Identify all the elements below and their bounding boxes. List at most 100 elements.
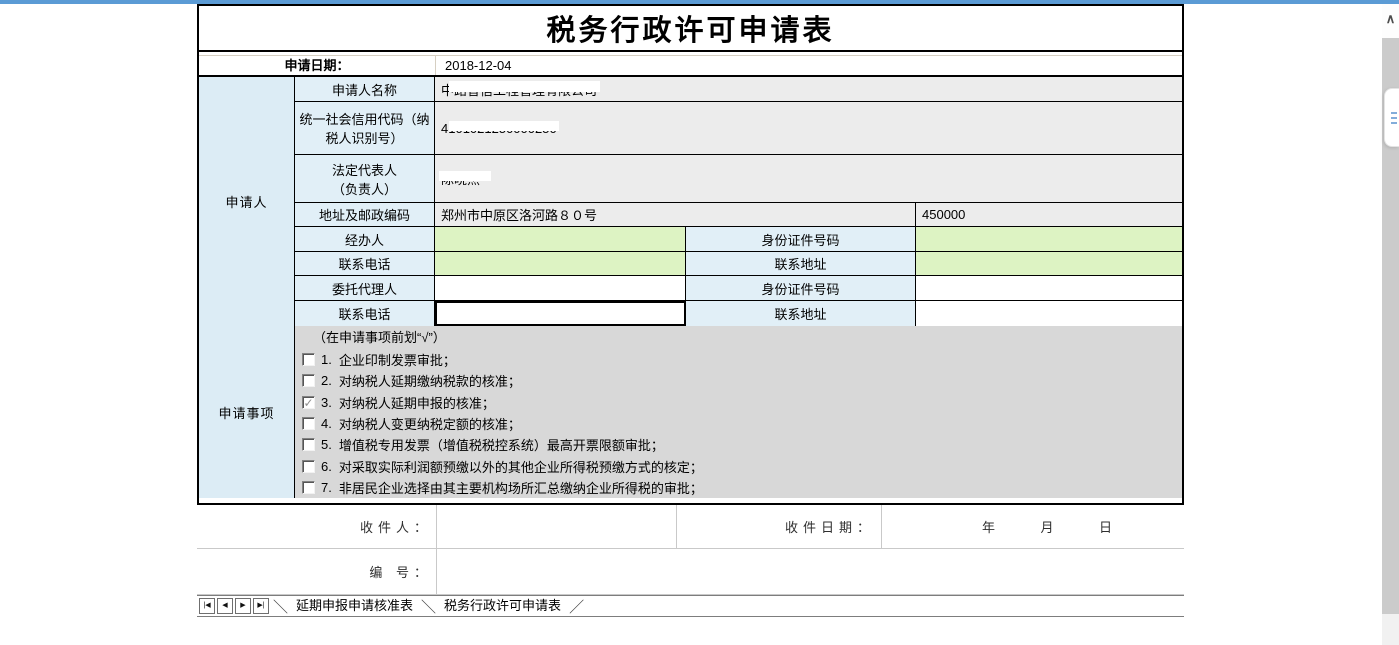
agent-input[interactable]: [435, 276, 686, 300]
number-value[interactable]: [437, 549, 1184, 594]
handler-phone-row: 联系电话 联系地址: [295, 252, 1182, 276]
matter-checkbox-7[interactable]: [302, 481, 315, 494]
applicant-section: 申请人 申请人名称 中路智信工程管理有限公司 统一社会信用代码（纳税人识别号） …: [199, 77, 1182, 326]
matter-checkbox-5[interactable]: [302, 438, 315, 451]
redaction-overlay: [449, 121, 559, 131]
address-label: 地址及邮政编码: [295, 203, 435, 226]
matter-number: 1.: [321, 352, 332, 367]
application-date-label: 申请日期：: [199, 56, 436, 75]
agent-id-label: 身份证件号码: [686, 276, 916, 300]
tax-license-application-form: 税务行政许可申请表 申请日期： 2018-12-04 申请人 申请人名称 中路智…: [197, 4, 1184, 505]
matter-item-4: 4. 对纳税人变更纳税定额的核准；: [299, 413, 1182, 434]
matter-checkbox-6[interactable]: [302, 460, 315, 473]
agent-address-label: 联系地址: [686, 301, 916, 326]
matter-checkbox-4[interactable]: [302, 417, 315, 430]
scroll-up-button[interactable]: ∧: [1382, 4, 1399, 38]
last-sheet-button[interactable]: ▶|: [253, 598, 269, 614]
matter-item-1: 1. 企业印制发票审批；: [299, 349, 1182, 370]
legal-rep-value[interactable]: 陈晓杰: [435, 155, 1182, 202]
side-widget-mark: [1391, 112, 1397, 114]
sheet-tab-bar: |◀ ◀ ▶ ▶| ＼ 延期申报申请核准表 ＼ 税务行政许可申请表 ／: [197, 595, 1184, 617]
matter-number: 2.: [321, 373, 332, 388]
receiver-row: 收件人： 收件日期： 年 月 日: [197, 505, 1184, 549]
number-row: 编 号：: [197, 549, 1184, 595]
receive-date-value[interactable]: 年 月 日: [882, 505, 1184, 548]
agent-label: 委托代理人: [295, 276, 435, 300]
matter-label: 对纳税人延期申报的核准；: [339, 393, 495, 412]
agent-address-input[interactable]: [916, 301, 1182, 326]
day-label: 日: [1099, 517, 1112, 536]
month-label: 月: [1040, 517, 1053, 536]
tab-separator: ＼: [421, 596, 436, 617]
next-sheet-button[interactable]: ▶: [235, 598, 251, 614]
side-widget-mark: [1391, 122, 1397, 124]
matter-checkbox-1[interactable]: [302, 353, 315, 366]
matter-item-2: 2. 对纳税人延期缴纳税款的核准；: [299, 370, 1182, 391]
matter-item-6: 6. 对采取实际利润额预缴以外的其他企业所得税预缴方式的核定；: [299, 455, 1182, 476]
matters-section-label: 申请事项: [199, 326, 295, 498]
matter-label: 对采取实际利润额预缴以外的其他企业所得税预缴方式的核定；: [339, 457, 703, 476]
prev-sheet-button[interactable]: ◀: [217, 598, 233, 614]
handler-address-input[interactable]: [916, 252, 1182, 275]
matter-number: 5.: [321, 437, 332, 452]
redaction-overlay: [439, 171, 491, 181]
agent-id-input[interactable]: [916, 276, 1182, 300]
credit-code-label: 统一社会信用代码（纳税人识别号）: [295, 102, 435, 154]
matter-item-3: 3. 对纳税人延期申报的核准；: [299, 392, 1182, 413]
matter-number: 3.: [321, 395, 332, 410]
address-value[interactable]: 郑州市中原区洛河路８０号: [435, 203, 916, 226]
form-title-row: 税务行政许可申请表: [199, 6, 1182, 52]
matter-item-5: 5. 增值税专用发票（增值税税控系统）最高开票限额审批；: [299, 434, 1182, 455]
application-date-value[interactable]: 2018-12-04: [436, 56, 1182, 75]
receiver-value[interactable]: [437, 505, 677, 548]
application-matters-section: 申请事项 （在申请事项前划“√”） 1. 企业印制发票审批； 2. 对纳税人延期…: [199, 326, 1182, 498]
tab-tax-license-application-sheet[interactable]: 税务行政许可申请表: [438, 596, 567, 616]
handler-input[interactable]: [435, 227, 686, 251]
legal-rep-row: 法定代表人（负责人） 陈晓杰: [295, 155, 1182, 203]
receiver-label: 收件人：: [197, 505, 437, 548]
form-title: 税务行政许可申请表: [546, 7, 834, 49]
form-footer: 收件人： 收件日期： 年 月 日 编 号：: [197, 505, 1184, 595]
first-sheet-button[interactable]: |◀: [199, 598, 215, 614]
agent-phone-row: 联系电话 联系地址: [295, 301, 1182, 326]
handler-address-label: 联系地址: [686, 252, 916, 275]
credit-code-value[interactable]: 4101021250000250: [435, 102, 1182, 154]
postcode-value[interactable]: 450000: [916, 203, 1182, 226]
applicant-name-value[interactable]: 中路智信工程管理有限公司: [435, 77, 1182, 101]
matter-label: 非居民企业选择由其主要机构场所汇总缴纳企业所得税的审批；: [339, 478, 703, 497]
year-label: 年: [982, 517, 995, 536]
handler-label: 经办人: [295, 227, 435, 251]
agent-phone-input-selected-cell[interactable]: [435, 301, 686, 326]
matters-note: （在申请事项前划“√”）: [299, 326, 1182, 349]
tab-separator: ／: [569, 596, 584, 617]
handler-id-label: 身份证件号码: [686, 227, 916, 251]
agent-row: 委托代理人 身份证件号码: [295, 276, 1182, 301]
number-label: 编 号：: [197, 549, 437, 594]
tab-separator: ＼: [273, 596, 288, 617]
handler-id-input[interactable]: [916, 227, 1182, 251]
matter-checkbox-3[interactable]: [302, 396, 315, 409]
side-widget-mark: [1391, 117, 1397, 119]
handler-phone-input[interactable]: [435, 252, 686, 275]
side-panel-collapsed-tab[interactable]: [1384, 88, 1399, 147]
matter-label: 对纳税人延期缴纳税款的核准；: [339, 371, 521, 390]
handler-row: 经办人 身份证件号码: [295, 227, 1182, 252]
matter-number: 4.: [321, 416, 332, 431]
matter-checkbox-2[interactable]: [302, 374, 315, 387]
applicant-name-label: 申请人名称: [295, 77, 435, 101]
applicant-name-row: 申请人名称 中路智信工程管理有限公司: [295, 77, 1182, 102]
legal-rep-label: 法定代表人（负责人）: [295, 155, 435, 202]
redaction-overlay: [449, 81, 600, 92]
credit-code-row: 统一社会信用代码（纳税人识别号） 4101021250000250: [295, 102, 1182, 155]
matter-item-7: 7. 非居民企业选择由其主要机构场所汇总缴纳企业所得税的审批；: [299, 477, 1182, 498]
matter-label: 对纳税人变更纳税定额的核准；: [339, 414, 521, 433]
handler-phone-label: 联系电话: [295, 252, 435, 275]
address-row: 地址及邮政编码 郑州市中原区洛河路８０号 450000: [295, 203, 1182, 227]
receive-date-label: 收件日期：: [677, 505, 882, 548]
matter-label: 增值税专用发票（增值税税控系统）最高开票限额审批；: [339, 435, 664, 454]
matter-label: 企业印制发票审批；: [339, 350, 456, 369]
tab-deferral-approval-sheet[interactable]: 延期申报申请核准表: [290, 596, 419, 616]
applicant-section-label: 申请人: [199, 77, 295, 326]
application-date-row: 申请日期： 2018-12-04: [199, 56, 1182, 77]
matter-number: 7.: [321, 480, 332, 495]
